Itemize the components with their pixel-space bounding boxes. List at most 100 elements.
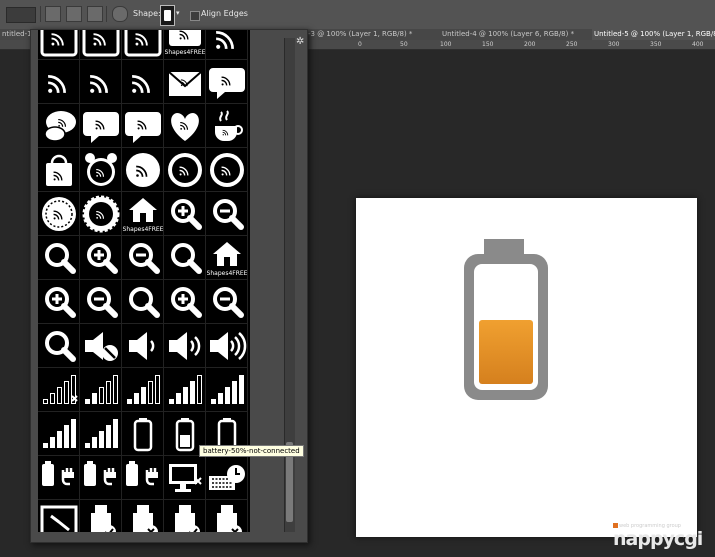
path-operations-icon[interactable]	[45, 6, 61, 22]
speaker-medium-icon	[168, 331, 200, 360]
shape-cell[interactable]	[122, 368, 164, 412]
shape-cell[interactable]	[122, 456, 164, 500]
shape-cell[interactable]	[80, 412, 122, 456]
shape-cell[interactable]	[38, 324, 80, 368]
shape-cell[interactable]	[38, 236, 80, 280]
zoom-out-icon	[212, 286, 244, 318]
tab-untitled-3[interactable]: -3 @ 100% (Layer 1, RGB/8) *	[306, 29, 441, 40]
shape-cell[interactable]	[38, 280, 80, 324]
shape-cell[interactable]	[38, 148, 80, 192]
rss-circle-icon	[167, 152, 202, 187]
shape-cell[interactable]	[80, 148, 122, 192]
shapes4free-house-icon: Shapes4FREE	[123, 197, 163, 233]
shape-cell[interactable]	[206, 324, 248, 368]
shape-cell[interactable]	[164, 368, 206, 412]
shape-cell[interactable]	[122, 60, 164, 104]
signal-high-icon	[168, 374, 202, 404]
ruler-tick: 150	[482, 41, 494, 48]
rss-speech-bubble-icon	[82, 111, 119, 143]
shape-cell[interactable]	[206, 280, 248, 324]
document-canvas[interactable]	[356, 198, 697, 537]
shape-cell[interactable]	[164, 148, 206, 192]
shape-cell[interactable]	[38, 500, 80, 532]
tab-untitled-4[interactable]: Untitled-4 @ 100% (Layer 6, RGB/8) *	[440, 29, 593, 40]
shape-cell[interactable]	[80, 324, 122, 368]
shape-cell[interactable]: Shapes4FREE	[164, 30, 206, 60]
shape-cell[interactable]: Shapes4FREE	[122, 192, 164, 236]
zoom-in-icon	[170, 198, 202, 230]
shape-cell[interactable]	[164, 500, 206, 532]
align-edges-checkbox[interactable]	[190, 11, 200, 21]
shape-cell[interactable]	[206, 192, 248, 236]
shape-cell[interactable]	[206, 104, 248, 148]
chevron-down-icon[interactable]: ▾	[176, 9, 180, 17]
shape-cell[interactable]	[80, 60, 122, 104]
ruler-tick: 300	[608, 41, 620, 48]
shape-cell[interactable]	[80, 104, 122, 148]
shape-cell[interactable]	[206, 30, 248, 60]
rss-icon	[89, 74, 108, 93]
shape-cell[interactable]	[122, 236, 164, 280]
shape-cell[interactable]	[164, 192, 206, 236]
shape-cell[interactable]	[206, 456, 248, 500]
shape-cell[interactable]	[164, 60, 206, 104]
shape-cell[interactable]	[164, 280, 206, 324]
shape-cell[interactable]	[38, 192, 80, 236]
search-icon	[44, 242, 76, 274]
shape-cell[interactable]	[164, 324, 206, 368]
shape-cell[interactable]	[122, 280, 164, 324]
shape-cell[interactable]	[206, 148, 248, 192]
battery-plug-icon	[83, 460, 116, 486]
shape-cell[interactable]	[122, 104, 164, 148]
signal-full-icon	[42, 418, 76, 448]
shape-cell[interactable]	[122, 500, 164, 532]
svg-text:Shapes4FREE: Shapes4FREE	[165, 49, 205, 56]
gear-icon[interactable]	[112, 6, 128, 22]
speaker-high-icon	[209, 331, 246, 360]
shape-cell[interactable]	[122, 412, 164, 456]
shape-cell[interactable]	[206, 500, 248, 532]
separator	[106, 6, 107, 22]
shape-cell[interactable]	[38, 456, 80, 500]
path-arrangement-icon[interactable]	[87, 6, 103, 22]
shape-cell[interactable]	[122, 324, 164, 368]
rss-icon	[215, 30, 234, 49]
shape-cell[interactable]	[38, 104, 80, 148]
gear-icon[interactable]: ✲	[296, 36, 304, 47]
rss-speech-bubble-icon	[124, 111, 161, 143]
shape-cell[interactable]	[80, 30, 122, 60]
scrollbar[interactable]	[284, 38, 295, 532]
ruler-tick: 350	[650, 41, 662, 48]
shape-cell[interactable]	[164, 104, 206, 148]
tab-untitled-5[interactable]: Untitled-5 @ 100% (Layer 1, RGB/8) *	[592, 29, 715, 40]
tooltip: battery-50%-not-connected	[199, 445, 304, 457]
shape-cell[interactable]	[80, 192, 122, 236]
shape-cell[interactable]	[122, 148, 164, 192]
shape-cell[interactable]: Shapes4FREE	[206, 236, 248, 280]
battery-empty-icon	[133, 417, 152, 451]
rss-badge-icon	[125, 152, 160, 187]
rss-shopping-bag-icon	[45, 154, 72, 186]
shape-cell[interactable]	[80, 456, 122, 500]
rss-icon	[131, 74, 150, 93]
path-alignment-icon[interactable]	[66, 6, 82, 22]
battery-icon	[164, 10, 171, 21]
shape-picker-button[interactable]	[160, 5, 175, 26]
ruler-tick: 100	[440, 41, 452, 48]
shape-cell[interactable]	[38, 412, 80, 456]
shape-cell[interactable]	[206, 368, 248, 412]
tool-preset-field[interactable]	[6, 7, 36, 23]
shape-cell[interactable]	[80, 280, 122, 324]
shape-cell[interactable]	[164, 236, 206, 280]
shape-cell[interactable]	[80, 368, 122, 412]
shape-cell[interactable]	[206, 60, 248, 104]
shape-cell[interactable]	[122, 30, 164, 60]
shape-cell[interactable]	[164, 456, 206, 500]
shape-cell[interactable]	[38, 60, 80, 104]
ruler-tick: 0	[358, 41, 362, 48]
shape-cell[interactable]	[38, 368, 80, 412]
speaker-low-icon	[128, 331, 154, 360]
shape-cell[interactable]	[38, 30, 80, 60]
shape-cell[interactable]	[80, 500, 122, 532]
shape-cell[interactable]	[80, 236, 122, 280]
